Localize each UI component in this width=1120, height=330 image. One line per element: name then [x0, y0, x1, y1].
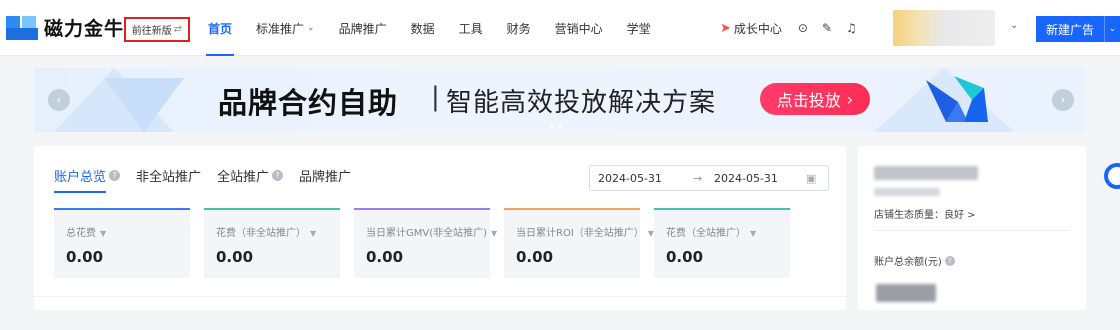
new-version-button[interactable]: 前往新版 ⇄	[124, 17, 190, 42]
caret-down-icon[interactable]: ▼	[100, 229, 106, 238]
metric-card-daily-roi[interactable]: 当日累计ROI（非全站推广） ▼ 0.00	[504, 208, 654, 278]
edit-icon[interactable]: ✎	[822, 21, 832, 35]
help-icon[interactable]: ?	[944, 255, 955, 266]
floating-assistant-icon[interactable]	[1104, 163, 1120, 189]
logo-text[interactable]: 磁力金牛	[44, 14, 124, 41]
metric-card-daily-gmv[interactable]: 当日累计GMV(非全站推广) ▼ 0.00	[354, 208, 497, 278]
metric-label: 总花费 ▼	[66, 228, 107, 239]
metric-label: 花费（全站推广） ▼	[666, 228, 757, 239]
new-ad-button[interactable]: 新建广告 ⌄	[1036, 16, 1120, 42]
nav-item-home[interactable]: 首页	[205, 0, 235, 56]
caret-down-icon[interactable]: ▼	[491, 229, 497, 238]
metrics-row: 总花费 ▼ 0.00 花费（非全站推广） ▼ 0.00 当日累计GMV(非全站推广)…	[54, 208, 790, 278]
date-range-arrow: →	[693, 171, 703, 185]
account-info-card: 店铺生态质量：良好 > 账户总余额(元)?	[858, 146, 1086, 310]
metric-value: 0.00	[516, 248, 554, 266]
metric-value: 0.00	[216, 248, 254, 266]
account-avatar[interactable]	[893, 10, 995, 46]
metric-card-site-spend[interactable]: 花费（全站推广） ▼ 0.00	[654, 208, 790, 278]
dollar-circle-icon[interactable]: ⊙	[798, 21, 808, 35]
nav-item-brand-promotion[interactable]: 品牌推广	[339, 0, 387, 56]
account-overview-card: 账户总览? 非全站推广 全站推广? 品牌推广 2024-05-31 → 2024…	[34, 146, 846, 310]
nav-item-marketing-center[interactable]: 营销中心	[555, 0, 603, 56]
nav-item-standard-promotion[interactable]: 标准推广 ⌄	[256, 0, 315, 56]
tab-account-overview[interactable]: 账户总览?	[54, 166, 121, 193]
brand-logo-icon	[926, 76, 988, 122]
new-ad-label: 新建广告	[1046, 22, 1095, 37]
new-version-label: 前往新版	[131, 26, 172, 37]
growth-center-link[interactable]: ➤ 成长中心	[720, 20, 782, 37]
logo-icon[interactable]	[6, 16, 38, 40]
metric-label: 花费（非全站推广） ▼	[216, 228, 317, 239]
chevron-left-icon[interactable]: ‹	[48, 89, 70, 111]
nav-item-finance[interactable]: 财务	[507, 0, 531, 56]
calendar-icon[interactable]: ▣	[806, 172, 816, 185]
promo-banner[interactable]: ‹ 品牌合约自助 | 智能高效投放解决方案 点击投放 › ›	[34, 68, 1085, 132]
header-tools: ➤ 成长中心 ⊙ ✎ ♫	[720, 0, 871, 56]
metric-card-total-spend[interactable]: 总花费 ▼ 0.00	[54, 208, 190, 278]
nav-item-academy[interactable]: 学堂	[627, 0, 651, 56]
date-range-picker[interactable]: 2024-05-31 → 2024-05-31 ▣	[589, 165, 829, 191]
growth-center-label: 成长中心	[733, 21, 782, 36]
swap-icon: ⇄	[173, 24, 183, 35]
tab-brand-promotion[interactable]: 品牌推广	[299, 166, 351, 185]
metric-value: 0.00	[366, 248, 404, 266]
chevron-down-icon[interactable]: ⌄	[1010, 20, 1018, 31]
decor-shape	[104, 78, 184, 132]
bell-icon[interactable]: ♫	[846, 21, 857, 35]
nav-item-data[interactable]: 数据	[411, 0, 435, 56]
banner-title: 品牌合约自助	[218, 86, 399, 120]
chevron-down-icon: ⌄	[307, 23, 315, 33]
metric-value: 0.00	[666, 248, 704, 266]
banner-cta-button[interactable]: 点击投放 ›	[760, 83, 870, 115]
metric-label: 当日累计ROI（非全站推广） ▼	[516, 228, 654, 239]
carousel-dots[interactable]	[550, 124, 562, 128]
main-nav: 首页 标准推广 ⌄ 品牌推广 数据 工具 财务 营销中心 学堂	[205, 0, 675, 56]
tab-site-promotion[interactable]: 全站推广?	[217, 166, 284, 185]
chevron-right-icon[interactable]: ›	[1052, 89, 1074, 111]
metric-label: 当日累计GMV(非全站推广) ▼	[366, 228, 498, 239]
nav-item-tools[interactable]: 工具	[459, 0, 483, 56]
help-icon[interactable]: ?	[109, 170, 121, 181]
account-balance-label: 账户总余额(元)?	[874, 253, 955, 268]
metric-value: 0.00	[66, 248, 104, 266]
date-start[interactable]: 2024-05-31	[598, 172, 662, 185]
caret-down-icon[interactable]: ▼	[310, 229, 316, 238]
top-bar: 磁力金牛 前往新版 ⇄ 首页 标准推广 ⌄ 品牌推广 数据 工具 财务 营销中心 …	[0, 0, 1120, 56]
chevron-down-icon[interactable]: ⌄	[1104, 16, 1120, 42]
banner-cta-label: 点击投放	[776, 91, 841, 110]
divider	[34, 296, 846, 297]
divider	[874, 230, 1070, 231]
caret-down-icon[interactable]: ▼	[750, 229, 756, 238]
help-icon[interactable]: ?	[272, 170, 284, 181]
shop-quality-link[interactable]: 店铺生态质量：良好 >	[874, 206, 976, 221]
banner-separator: |	[431, 82, 440, 112]
date-end[interactable]: 2024-05-31	[714, 172, 778, 185]
tab-non-site-promotion[interactable]: 非全站推广	[136, 166, 201, 185]
account-balance-redacted	[876, 284, 936, 302]
account-id-redacted	[874, 188, 940, 196]
flag-icon: ➤	[720, 20, 731, 36]
chevron-right-icon: ›	[846, 89, 854, 109]
caret-down-icon[interactable]: ▼	[648, 229, 654, 238]
metric-card-non-site-spend[interactable]: 花费（非全站推广） ▼ 0.00	[204, 208, 340, 278]
account-name-redacted	[874, 166, 978, 180]
banner-subtitle: 智能高效投放解决方案	[446, 88, 717, 118]
overview-tabs: 账户总览? 非全站推广 全站推广? 品牌推广	[54, 166, 367, 193]
